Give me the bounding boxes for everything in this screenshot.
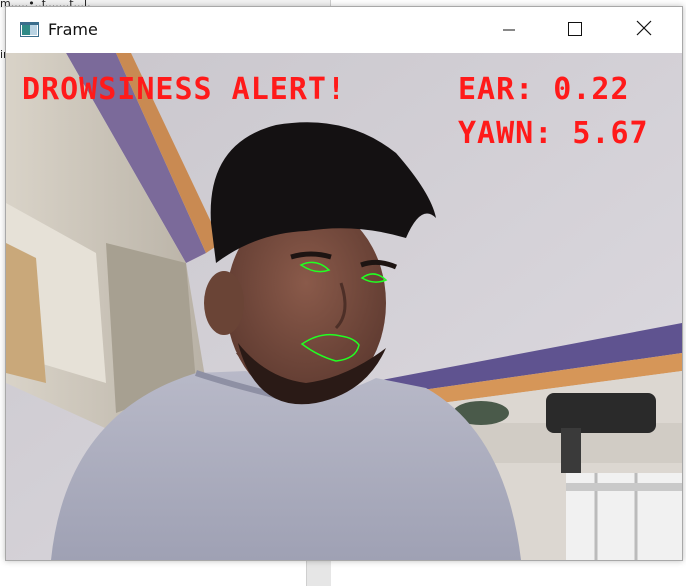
close-button[interactable] bbox=[621, 7, 667, 53]
yawn-readout: YAWN: 5.67 bbox=[458, 116, 649, 151]
title-bar[interactable]: Frame bbox=[6, 7, 682, 53]
frame-window: Frame DROWSINESS ALERT! EAR: 0.22 YAWN: … bbox=[5, 6, 683, 561]
drowsiness-alert-text: DROWSINESS ALERT! bbox=[22, 72, 347, 107]
minimize-icon bbox=[503, 21, 515, 40]
camera-frame: DROWSINESS ALERT! EAR: 0.22 YAWN: 5.67 bbox=[6, 53, 682, 560]
close-icon bbox=[636, 20, 652, 40]
window-title: Frame bbox=[48, 20, 98, 39]
app-window-icon bbox=[20, 22, 39, 37]
ear-readout: EAR: 0.22 bbox=[458, 72, 630, 107]
maximize-button[interactable] bbox=[552, 7, 598, 53]
minimize-button[interactable] bbox=[486, 7, 532, 53]
maximize-icon bbox=[568, 21, 582, 40]
background-scroll-corner bbox=[306, 558, 331, 586]
